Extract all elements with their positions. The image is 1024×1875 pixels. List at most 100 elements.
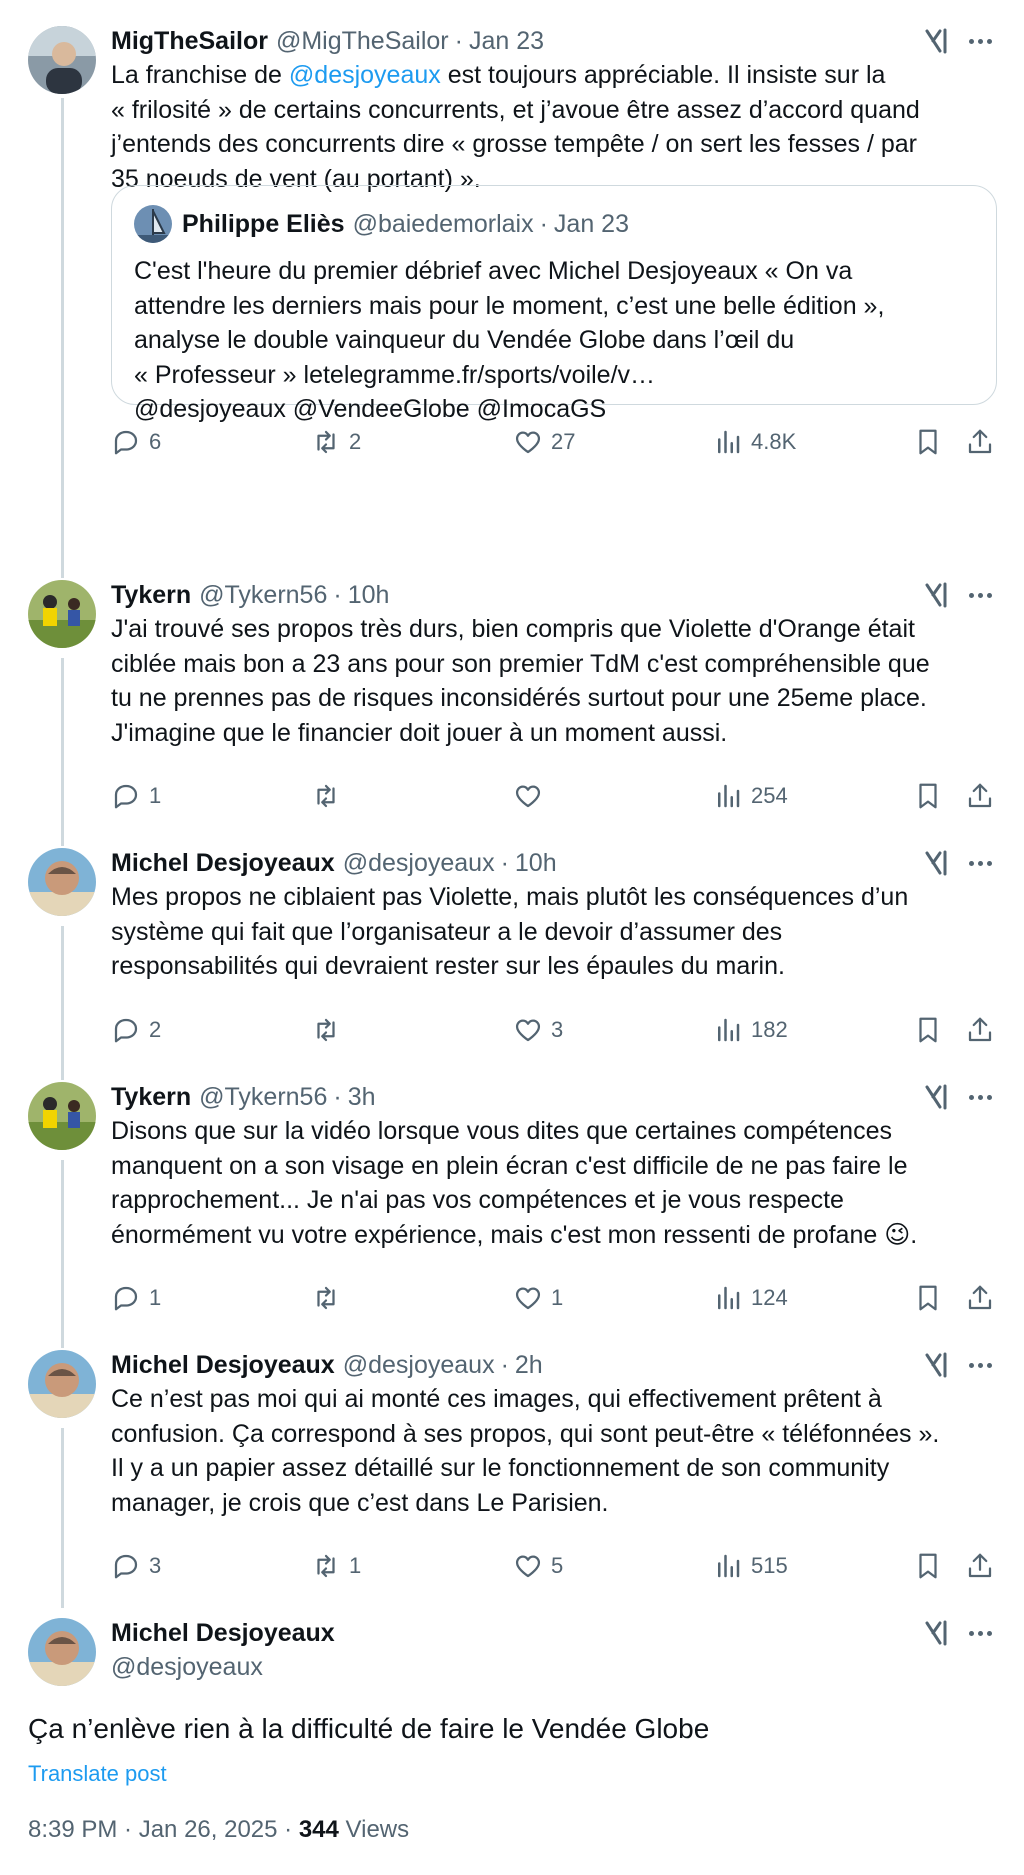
repost-count: 2: [349, 429, 362, 454]
bookmark-button[interactable]: [913, 1278, 943, 1318]
more-icon[interactable]: [962, 26, 998, 56]
author-name[interactable]: MigTheSailor: [111, 27, 268, 56]
separator-dot: ·: [333, 1082, 342, 1111]
post-time[interactable]: 10h: [348, 581, 390, 610]
repost-button[interactable]: [311, 1278, 349, 1318]
bookmark-button[interactable]: [913, 1010, 943, 1050]
author-handle[interactable]: @desjoyeaux: [343, 849, 495, 878]
avatar[interactable]: [28, 1618, 96, 1686]
reply-button[interactable]: 2: [111, 1010, 161, 1050]
post-time[interactable]: 2h: [515, 1351, 543, 1380]
repost-button[interactable]: 1: [311, 1546, 361, 1586]
post-text-line: énormément vu votre expérience, mais c'e…: [111, 1220, 918, 1249]
post-time[interactable]: 3h: [348, 1083, 376, 1112]
author-handle[interactable]: @desjoyeaux: [343, 1351, 495, 1380]
author-name[interactable]: Michel Desjoyeaux: [111, 1619, 335, 1648]
share-button[interactable]: [965, 1278, 995, 1318]
quoted-post[interactable]: Philippe Eliès @baiedemorlaix · Jan 23 C…: [111, 185, 997, 423]
quoted-text-line: analyse le double vainqueur du Vendée Gl…: [134, 326, 795, 354]
post-header: Michel Desjoyeaux @desjoyeaux · 2h: [111, 1348, 543, 1382]
mention-link[interactable]: @desjoyeaux: [289, 61, 441, 89]
more-icon[interactable]: [962, 1082, 998, 1112]
bookmark-button[interactable]: [913, 422, 943, 462]
more-icon[interactable]: [962, 848, 998, 878]
views-button[interactable]: 515: [713, 1546, 788, 1586]
repost-icon: [317, 430, 335, 454]
avatar[interactable]: [28, 848, 96, 916]
grok-icon[interactable]: [923, 1082, 953, 1112]
views-count: 515: [751, 1553, 788, 1578]
repost-button[interactable]: [311, 776, 349, 816]
avatar[interactable]: [28, 580, 96, 648]
author-handle[interactable]: @desjoyeaux: [111, 1653, 263, 1682]
author-name[interactable]: Michel Desjoyeaux: [111, 849, 335, 878]
author-handle[interactable]: @Tykern56: [199, 1083, 327, 1112]
thread-page: MigTheSailor @MigTheSailor · Jan 23 La f…: [0, 0, 1024, 1875]
repost-button[interactable]: [311, 1010, 349, 1050]
grok-icon[interactable]: [923, 1618, 953, 1648]
like-button[interactable]: 27: [513, 422, 575, 462]
more-icon[interactable]: [962, 1618, 998, 1648]
reply-icon: [114, 784, 138, 809]
post-text-line: J'ai trouvé ses propos très durs, bien c…: [111, 615, 915, 643]
like-button[interactable]: [513, 776, 551, 816]
reply-button[interactable]: 6: [111, 422, 161, 462]
avatar[interactable]: [28, 26, 96, 94]
views-button[interactable]: 124: [713, 1278, 788, 1318]
bookmark-button[interactable]: [913, 1546, 943, 1586]
share-icon: [968, 1553, 992, 1578]
post-time[interactable]: Jan 23: [469, 27, 544, 56]
like-button[interactable]: 5: [513, 1546, 563, 1586]
separator-dot: ·: [539, 209, 548, 238]
translate-post-link[interactable]: Translate post: [28, 1761, 167, 1787]
quoted-text-line: C'est l'heure du premier débrief avec Mi…: [134, 257, 853, 285]
author-handle[interactable]: @Tykern56: [199, 581, 327, 610]
repost-button[interactable]: 2: [311, 422, 361, 462]
share-button[interactable]: [965, 422, 995, 462]
avatar[interactable]: [28, 1350, 96, 1418]
author-handle-row: @desjoyeaux: [111, 1650, 263, 1684]
author-handle[interactable]: @MigTheSailor: [276, 27, 449, 56]
post-actions: 3 1 5 515: [0, 1546, 1024, 1586]
quoted-author-name: Philippe Eliès: [182, 209, 345, 238]
more-icon[interactable]: [962, 1350, 998, 1380]
share-button[interactable]: [965, 776, 995, 816]
post-header: Michel Desjoyeaux @desjoyeaux · 10h: [111, 846, 557, 880]
grok-icon[interactable]: [923, 848, 953, 878]
views-button[interactable]: 182: [713, 1010, 788, 1050]
views-button[interactable]: 254: [713, 776, 788, 816]
reply-button[interactable]: 1: [111, 1278, 161, 1318]
quoted-post-text: C'est l'heure du premier débrief avec Mi…: [134, 254, 974, 427]
views-button[interactable]: 4.8K: [713, 422, 796, 462]
author-name[interactable]: Tykern: [111, 1083, 191, 1112]
text-segment: est toujours appréciable. Il insiste sur…: [440, 61, 886, 89]
like-button[interactable]: 1: [513, 1278, 563, 1318]
thread-line: [61, 98, 64, 578]
heart-icon: [515, 1555, 541, 1578]
share-button[interactable]: [965, 1010, 995, 1050]
reply-button[interactable]: 3: [111, 1546, 161, 1586]
share-icon: [968, 783, 992, 808]
main-post-text: Ça n’enlève rien à la difficulté de fair…: [28, 1713, 710, 1744]
repost-icon: [317, 1018, 335, 1042]
post-actions: 2 3 182: [0, 1010, 1024, 1050]
post-timestamp[interactable]: 8:39 PM · Jan 26, 2025 ·: [28, 1816, 299, 1843]
share-button[interactable]: [965, 1546, 995, 1586]
more-icon[interactable]: [962, 580, 998, 610]
quoted-post-time: Jan 23: [553, 209, 629, 238]
avatar[interactable]: [28, 1082, 96, 1150]
reply-count: 1: [149, 783, 162, 808]
quoted-text-line: « Professeur » letelegramme.fr/sports/vo…: [134, 360, 656, 389]
separator-dot: ·: [454, 26, 463, 55]
bookmark-button[interactable]: [913, 776, 943, 816]
grok-icon[interactable]: [923, 580, 953, 610]
heart-icon: [515, 1287, 541, 1310]
grok-icon[interactable]: [923, 1350, 953, 1380]
author-name[interactable]: Tykern: [111, 581, 191, 610]
post-time[interactable]: 10h: [515, 849, 557, 878]
like-button[interactable]: 3: [513, 1010, 563, 1050]
reply-button[interactable]: 1: [111, 776, 161, 816]
author-name[interactable]: Michel Desjoyeaux: [111, 1351, 335, 1380]
grok-icon[interactable]: [923, 26, 953, 56]
share-icon: [968, 429, 992, 454]
